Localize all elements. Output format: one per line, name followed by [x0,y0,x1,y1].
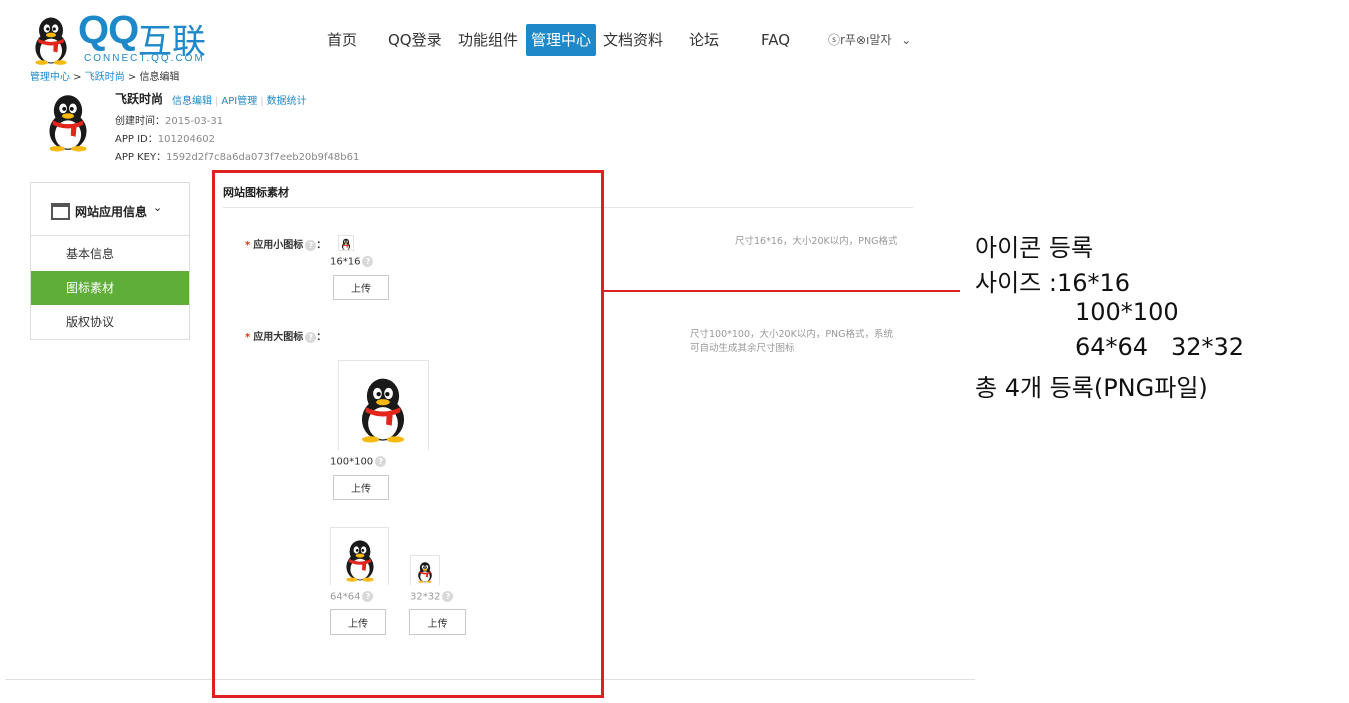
app-key: APP KEY：1592d2f7c8a6da073f7eeb20b9f48b61 [115,152,360,163]
app-name: 飞跃时尚 [115,92,164,106]
link-info-edit[interactable]: 信息编辑 [172,96,212,107]
annotation-line-5: 총 4개 등록(PNG파일) [975,374,1208,402]
user-name: ⓢr푸⊗ı말자 [828,33,892,47]
sidebar-item-copyright[interactable]: 版权协议 [31,305,189,339]
breadcrumb-app[interactable]: 飞跃时尚 [85,72,125,83]
qq-connect-logo[interactable]: QQ 互联 CONNECT.QQ.COM [28,8,208,66]
sidebar-item-basic-info[interactable]: 基本信息 [31,237,189,271]
sidebar: 网站应用信息 ⌄ 基本信息 图标素材 版权协议 [30,182,190,340]
logo-subtitle: CONNECT.QQ.COM [84,53,205,64]
nav-home[interactable]: 首页 [327,24,357,56]
breadcrumb-current: 信息编辑 [139,72,180,83]
penguin-logo-icon [28,14,74,66]
user-menu[interactable]: ⓢr푸⊗ı말자 ⌄ [828,24,911,56]
sidebar-item-icon-assets[interactable]: 图标素材 [31,271,189,305]
breadcrumb-root[interactable]: 管理中心 [30,72,70,83]
window-icon [51,203,70,220]
annotation-line-2: 사이즈 :16*16 [975,269,1131,297]
large-icon-hint: 尺寸100*100，大小20K以内，PNG格式，系统 可自动生成其余尺寸图标 [690,329,894,354]
nav-docs[interactable]: 文档资料 [603,24,663,56]
app-links: 信息编辑 | API管理 | 数据统计 [172,96,307,107]
app-avatar-penguin-icon [40,92,96,152]
nav-qq-login[interactable]: QQ登录 [388,24,442,56]
nav-forum[interactable]: 论坛 [689,24,719,56]
annotation-line-1: 아이콘 등록 [975,234,1094,262]
small-icon-hint: 尺寸16*16，大小20K以内，PNG格式 [735,236,898,247]
annotation-line-4: 64*64 32*32 [1075,333,1245,361]
nav-management-center[interactable]: 管理中心 [526,24,597,56]
app-created: 创建时间：2015-03-31 [115,116,224,127]
breadcrumb-sep: > [124,72,140,83]
nav-faq[interactable]: FAQ [761,24,790,56]
chevron-down-icon: ⌄ [901,33,912,47]
nav-components[interactable]: 功能组件 [458,24,518,56]
sidebar-header-label: 网站应用信息 [75,205,148,219]
annotation-connector-line [602,290,960,292]
breadcrumb-sep: > [70,72,85,83]
annotation-highlight-box [212,170,604,698]
breadcrumb: 管理中心 > 飞跃时尚 > 信息编辑 [30,68,180,83]
chevron-down-icon: ⌄ [153,201,163,214]
app-id: APP ID：101204602 [115,134,215,145]
annotation-line-3: 100*100 [1075,298,1179,326]
link-api-manage[interactable]: API管理 [221,96,257,107]
link-data-stats[interactable]: 数据统计 [267,96,307,107]
logo-qq-text: QQ [78,8,139,52]
sidebar-header[interactable]: 网站应用信息 ⌄ [31,183,189,236]
